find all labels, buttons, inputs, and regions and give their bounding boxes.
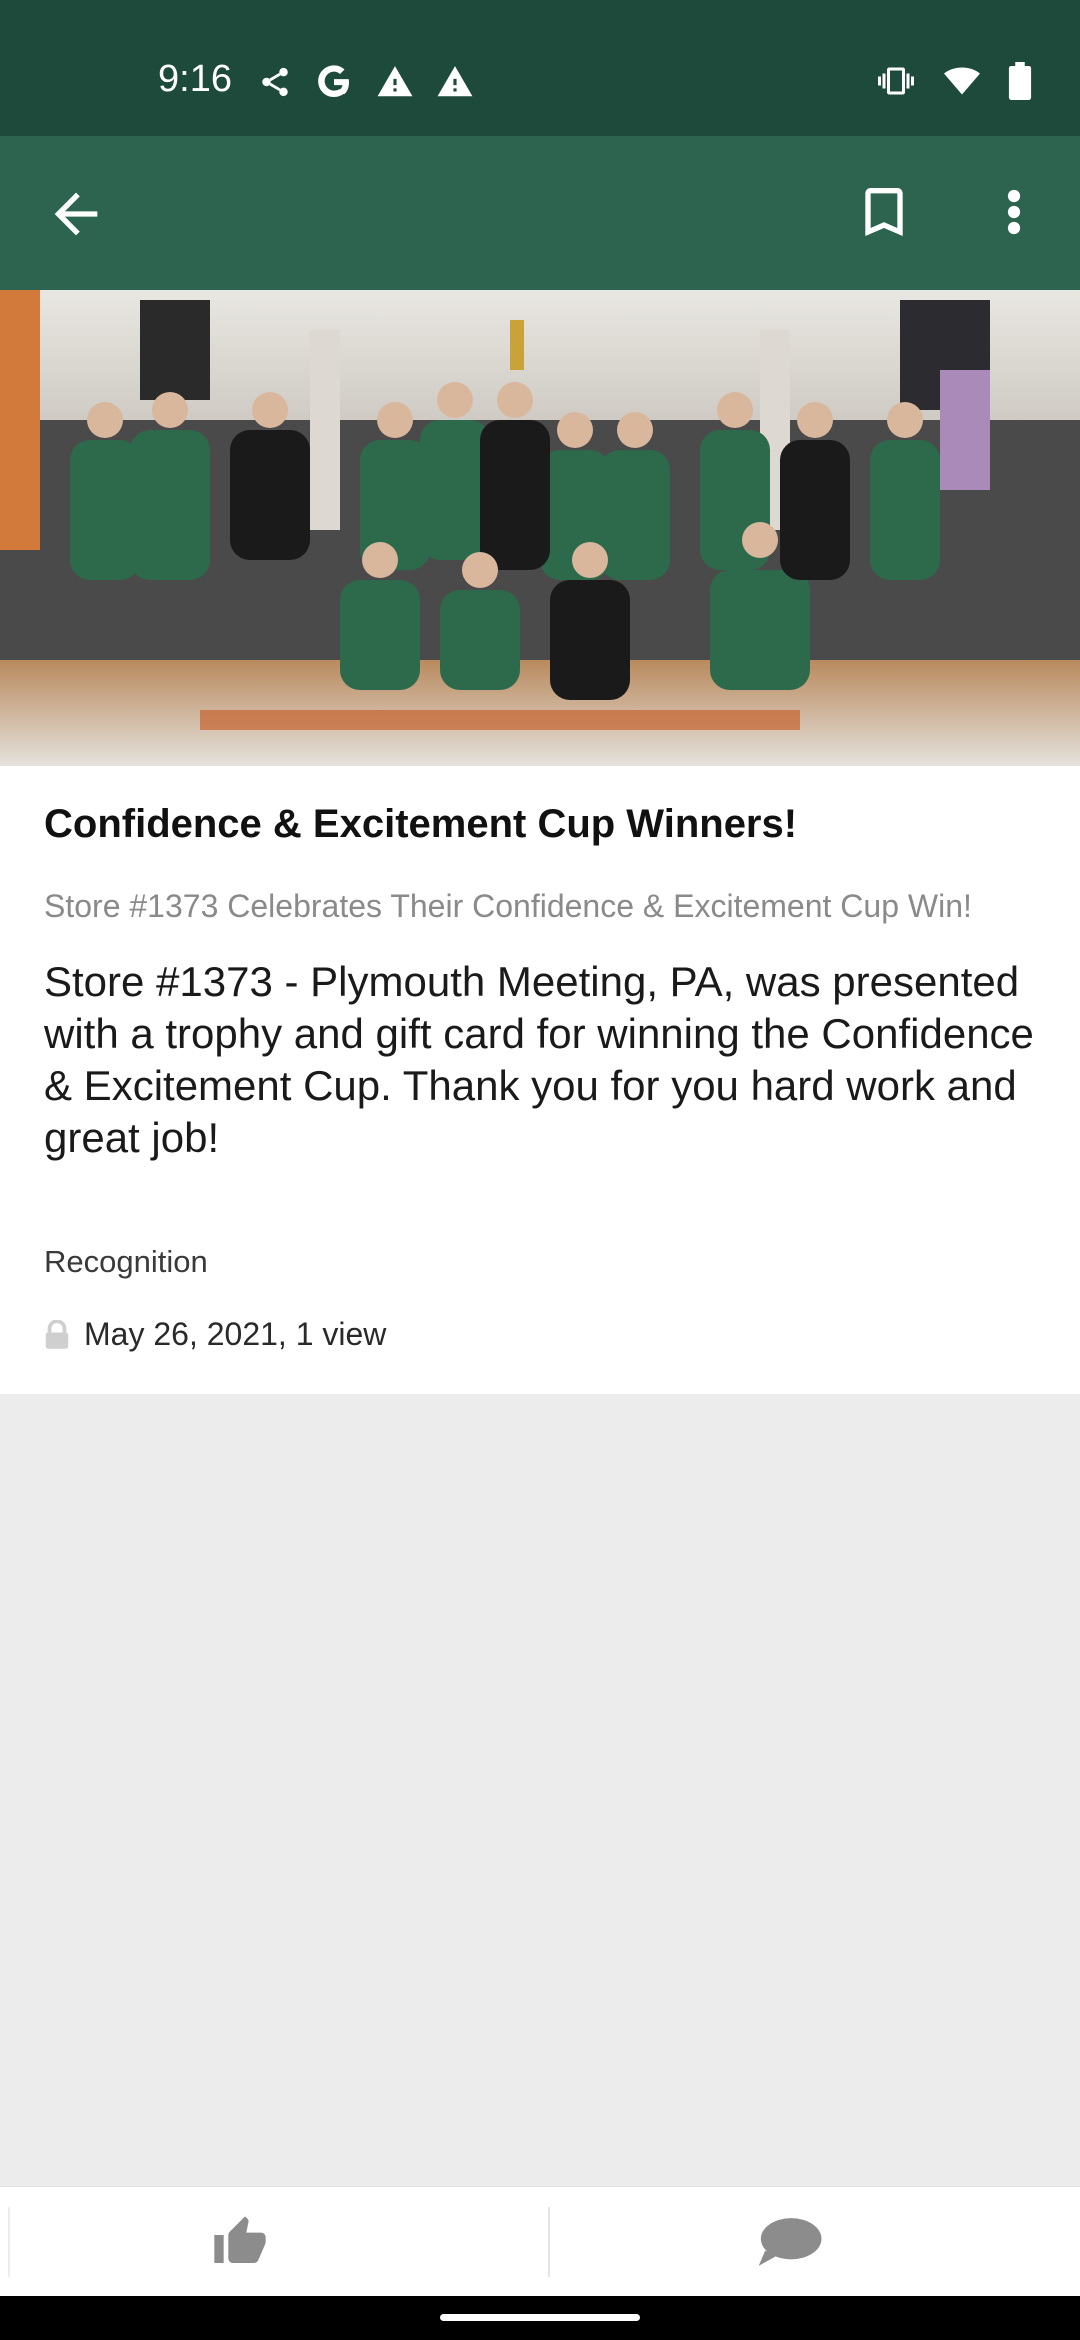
hero-photo [0,290,1080,766]
bottom-action-bar [0,2186,1080,2296]
article-body: Store #1373 - Plymouth Meeting, PA, was … [44,958,1034,1161]
lock-icon [45,1319,69,1349]
like-button[interactable] [200,2207,280,2277]
bookmark-icon[interactable] [852,180,916,244]
warning-icon [437,66,473,97]
comment-icon [758,2218,822,2266]
google-g-icon [318,65,349,97]
system-nav-bar [0,2296,1080,2340]
comment-button[interactable] [744,2207,834,2277]
status-icons-right [876,62,1032,100]
article-card: Confidence & Excitement Cup Winners! Sto… [0,766,1080,1394]
share-icon [262,67,288,97]
app-bar [0,136,1080,290]
bottom-bar-edge [8,2207,10,2277]
battery-icon [1008,62,1032,100]
article-category[interactable]: Recognition [44,1244,208,1280]
article-subtitle: Store #1373 Celebrates Their Confidence … [44,888,972,924]
status-icons-left [258,62,474,102]
thumbs-up-icon [214,2216,266,2263]
warning-icon [377,66,413,97]
more-vert-icon[interactable] [990,180,1038,244]
wifi-icon [944,67,980,95]
article-meta-text: May 26, 2021, 1 view [84,1316,387,1352]
home-handle[interactable] [440,2314,640,2321]
article-meta: May 26, 2021, 1 view [44,1316,386,1353]
article-title: Confidence & Excitement Cup Winners! [44,802,798,846]
arrow-left-icon[interactable] [44,182,108,246]
vibrate-icon [878,67,914,95]
status-time: 9:16 [158,58,232,100]
status-bar: 9:16 [0,0,1080,136]
article-hero-image [0,290,1080,766]
bottom-bar-divider [548,2207,550,2277]
